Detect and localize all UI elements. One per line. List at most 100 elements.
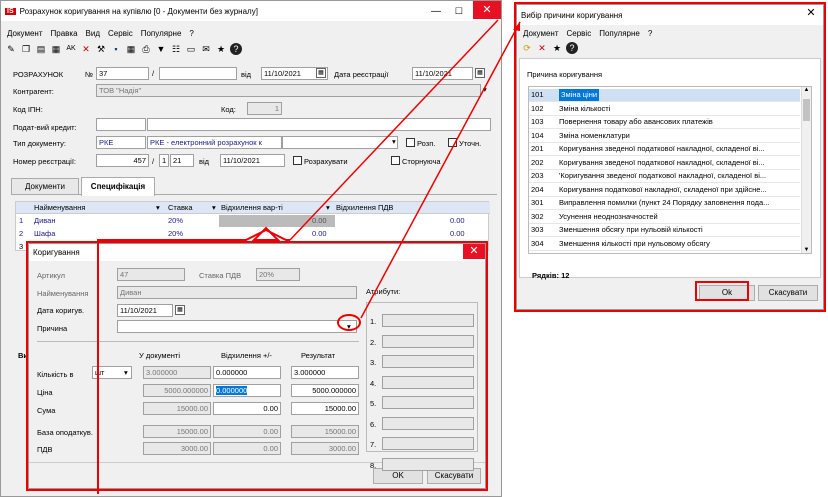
tree-icon[interactable]: ☷ [170,43,182,55]
tab-specification[interactable]: Специфікація [81,177,155,196]
menu-document[interactable]: Документ [7,29,43,38]
attr-input[interactable] [382,375,474,389]
price-dev-input[interactable]: 0.000000 [213,384,281,397]
refresh-icon[interactable]: ⟳ [521,42,533,54]
menu-help[interactable]: ? [189,29,193,38]
menu-document[interactable]: Документ [523,29,559,38]
reg-date-input[interactable]: 11/10/2021 [412,67,473,80]
new-icon[interactable]: ✎ [5,43,17,55]
doc-type-code-input[interactable]: РКЕ [96,136,146,149]
qty-dev-input[interactable]: 0.000000 [213,366,281,379]
col-name[interactable]: Найменування [34,202,85,214]
maximize-icon[interactable]: ☐ [455,6,463,17]
attr-input[interactable] [382,314,474,327]
calc-checkbox[interactable] [293,156,302,165]
help-icon[interactable]: ? [230,43,242,55]
help-icon[interactable]: ? [566,42,578,54]
number-input[interactable]: 37 [96,67,149,80]
reason-ok-button[interactable]: Ok [699,285,755,301]
reg-part-input[interactable]: 1 [159,154,169,167]
star-icon[interactable]: ★ [551,42,563,54]
attr-input[interactable] [382,457,474,471]
col-vat[interactable]: Відхилення ПДВ [336,202,393,214]
reason-cancel-button[interactable]: Скасувати [758,285,818,301]
copy-icon[interactable]: ❐ [20,43,32,55]
print-icon[interactable]: ⎙ [140,43,152,55]
doc-icon[interactable]: ▭ [185,43,197,55]
utoch-checkbox[interactable] [448,138,457,147]
reason-dropdown-icon[interactable]: ▾ [347,322,351,331]
mail-icon[interactable]: ✉ [200,43,212,55]
save-icon[interactable]: ▪ [110,43,122,55]
storno-checkbox[interactable] [391,156,400,165]
menu-popular[interactable]: Популярне [141,29,182,38]
reason-row[interactable]: 303 Зменшення обсягу при нульовій кількос… [529,224,800,237]
ak-icon[interactable]: AK [65,43,77,55]
col-rate[interactable]: Ставка [168,202,193,214]
sum-res-input[interactable]: 15000.00 [291,402,359,415]
reason-row[interactable]: 101 Зміна ціни [529,89,800,102]
calendar-icon[interactable]: ▦ [316,68,326,78]
reason-row[interactable]: 304 Зменшення кількості при нульовому обс… [529,238,800,251]
reason-input[interactable] [117,320,357,333]
sum-dev-input[interactable]: 0.00 [213,402,281,415]
attr-input[interactable] [382,437,474,450]
reason-row[interactable]: 202 Коригування зведеної податкової накла… [529,157,800,170]
scroll-up-icon[interactable]: ▲ [802,87,811,93]
dropdown-icon[interactable]: ▾ [124,368,128,377]
reason-row[interactable]: 103 Повернення товару або авансових плате… [529,116,800,129]
menu-help[interactable]: ? [648,29,652,38]
minimize-icon[interactable]: — [431,6,441,17]
counterparty-input[interactable]: ТОВ "Надія" [96,84,481,97]
menu-view[interactable]: Вид [86,29,100,38]
number-suffix-input[interactable] [159,67,237,80]
dropdown-icon[interactable]: ▾ [392,137,396,146]
paste-icon[interactable]: ▤ [35,43,47,55]
scroll-thumb[interactable] [803,99,810,121]
dropdown-icon[interactable]: ▾ [483,85,487,94]
doc-type-name-input[interactable]: РКЕ - електронний розрахунок к [147,136,282,149]
delete-icon[interactable]: ✕ [536,42,548,54]
calendar-icon[interactable]: ▦ [475,68,485,78]
attr-input[interactable] [382,334,474,348]
menu-edit[interactable]: Правка [51,29,78,38]
calc-icon[interactable]: ▦ [50,43,62,55]
tool-icon[interactable]: ⚒ [95,43,107,55]
calendar-icon[interactable]: ▦ [175,305,185,315]
reason-row[interactable]: 102 Зміна кількості [529,103,800,116]
date-input[interactable]: 11/10/2021 [117,304,173,317]
menu-service[interactable]: Сервіс [108,29,133,38]
reg-no-input[interactable]: 457 [96,154,149,167]
attr-input[interactable] [382,355,474,368]
reason-picker-close-button[interactable]: ✕ [799,5,823,21]
reg-part2-input[interactable]: 21 [170,154,194,167]
menu-popular[interactable]: Популярне [599,29,640,38]
attr-input[interactable] [382,416,474,430]
tax-credit-name-input[interactable] [147,118,491,131]
tab-documents[interactable]: Документи [11,178,79,195]
table-row[interactable]: 1 Диван 20% 0.00 0.00 [16,215,488,227]
filter-icon[interactable]: ▼ [155,43,167,55]
reason-row[interactable]: 302 Усунення неоднозначностей [529,211,800,224]
menu-service[interactable]: Сервіс [567,29,592,38]
reason-row[interactable]: 204 Коригування податкової накладної, скл… [529,184,800,197]
tax-credit-input[interactable] [96,118,146,131]
delete-icon[interactable]: ✕ [80,43,92,55]
price-res-input[interactable]: 5000.000000 [291,384,359,397]
correction-close-button[interactable]: ✕ [463,244,485,259]
table-row[interactable]: 2 Шафа 20% 0.00 0.00 [16,228,488,240]
reason-row[interactable]: 201 Коригування зведеної податкової накла… [529,143,800,156]
col-deviation[interactable]: Відхилення вар-ті [221,202,283,214]
attr-input[interactable] [382,396,474,409]
star-icon[interactable]: ★ [215,43,227,55]
table-icon[interactable]: ▦ [125,43,137,55]
main-close-button[interactable]: ✕ [473,1,501,19]
scroll-down-icon[interactable]: ▼ [802,247,811,253]
qty-res-input[interactable]: 3.000000 [291,366,359,379]
reason-row[interactable]: 301 Виправлення помилки (пункт 24 Порядку… [529,197,800,210]
reg-from-input[interactable]: 11/10/2021 [220,154,285,167]
reason-row[interactable]: 104 Зміна номенклатури [529,130,800,143]
scrollbar[interactable]: ▲ ▼ [801,87,811,253]
reason-row[interactable]: 203 'Коригування зведеної податкової накл… [529,170,800,183]
doc-type-extra-input[interactable] [282,136,398,149]
